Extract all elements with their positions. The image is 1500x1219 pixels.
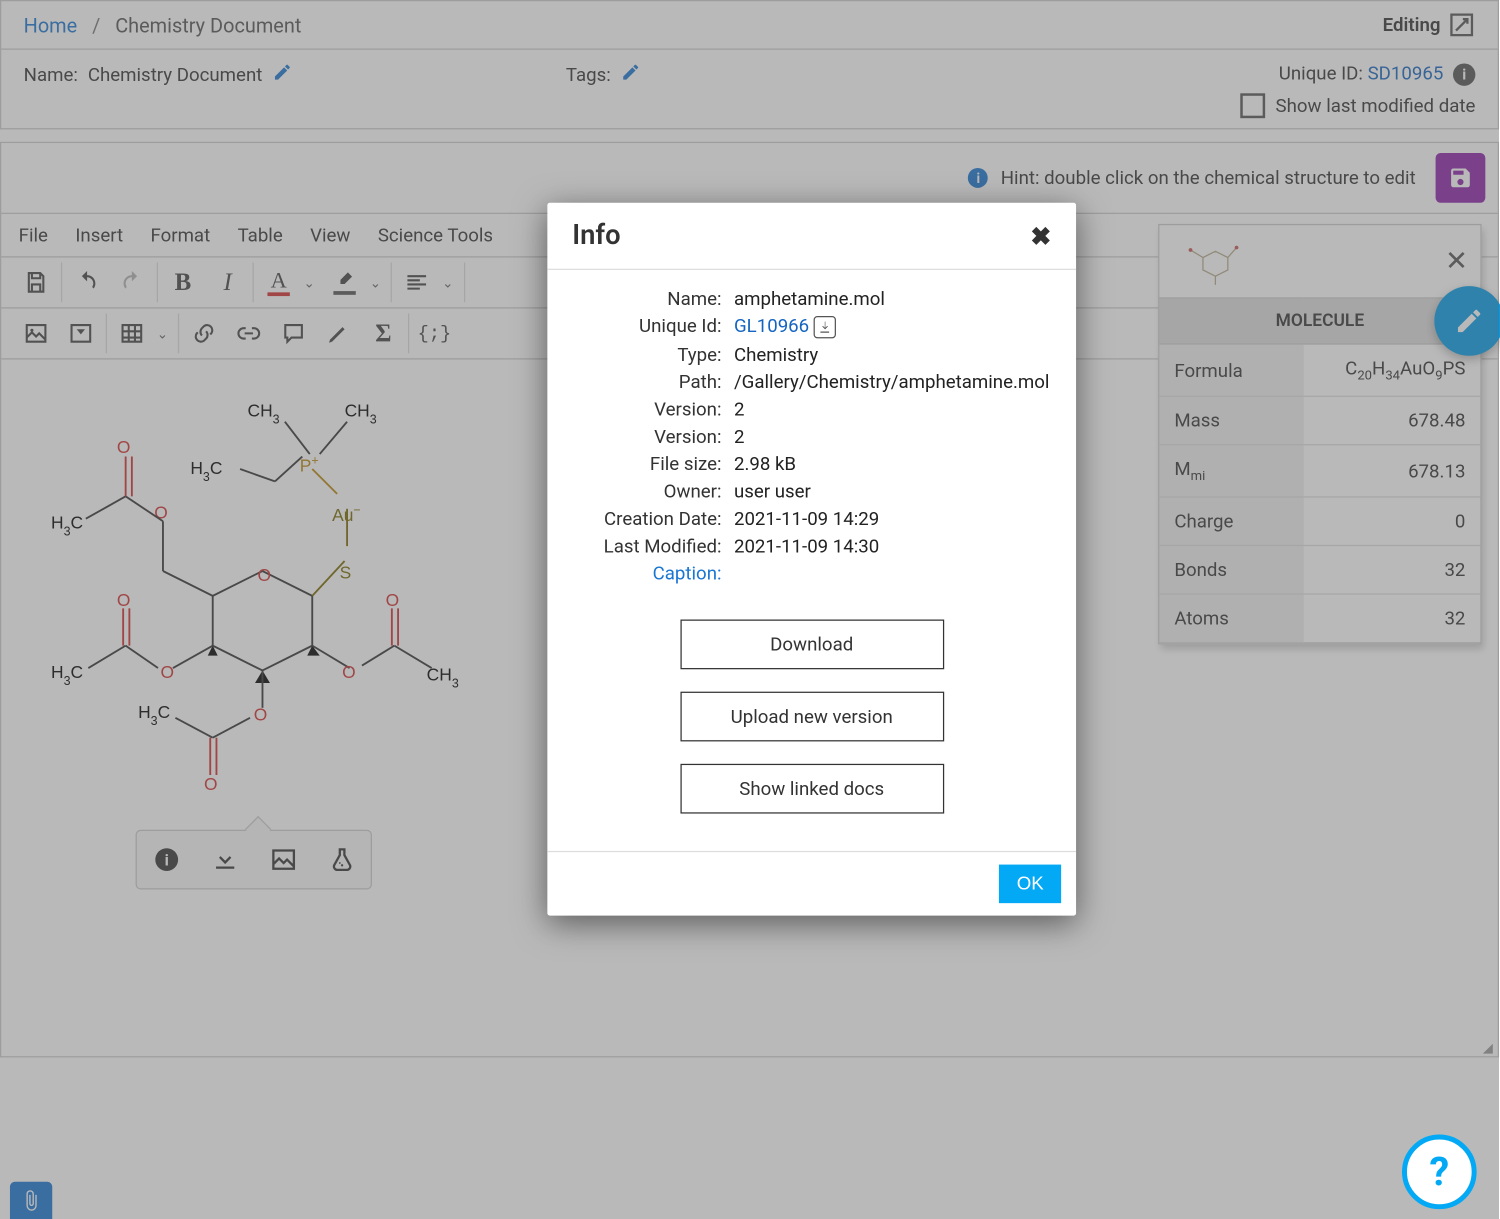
modal-name-value: amphetamine.mol: [734, 287, 1064, 309]
show-linked-docs-button[interactable]: Show linked docs: [680, 764, 944, 814]
upload-new-version-button[interactable]: Upload new version: [680, 692, 944, 742]
modal-caption-label[interactable]: Caption:: [560, 562, 734, 584]
modal-uid-link[interactable]: GL10966: [734, 315, 809, 337]
ok-button[interactable]: OK: [999, 865, 1061, 904]
download-button[interactable]: Download: [680, 620, 944, 670]
info-modal: Info ✖ Name:amphetamine.mol Unique Id:GL…: [547, 203, 1076, 916]
modal-close-icon[interactable]: ✖: [1030, 221, 1051, 251]
help-icon: ?: [1429, 1148, 1449, 1195]
modal-title: Info: [572, 220, 620, 251]
help-fab-button[interactable]: ?: [1402, 1135, 1477, 1210]
uid-download-icon[interactable]: [814, 316, 836, 338]
